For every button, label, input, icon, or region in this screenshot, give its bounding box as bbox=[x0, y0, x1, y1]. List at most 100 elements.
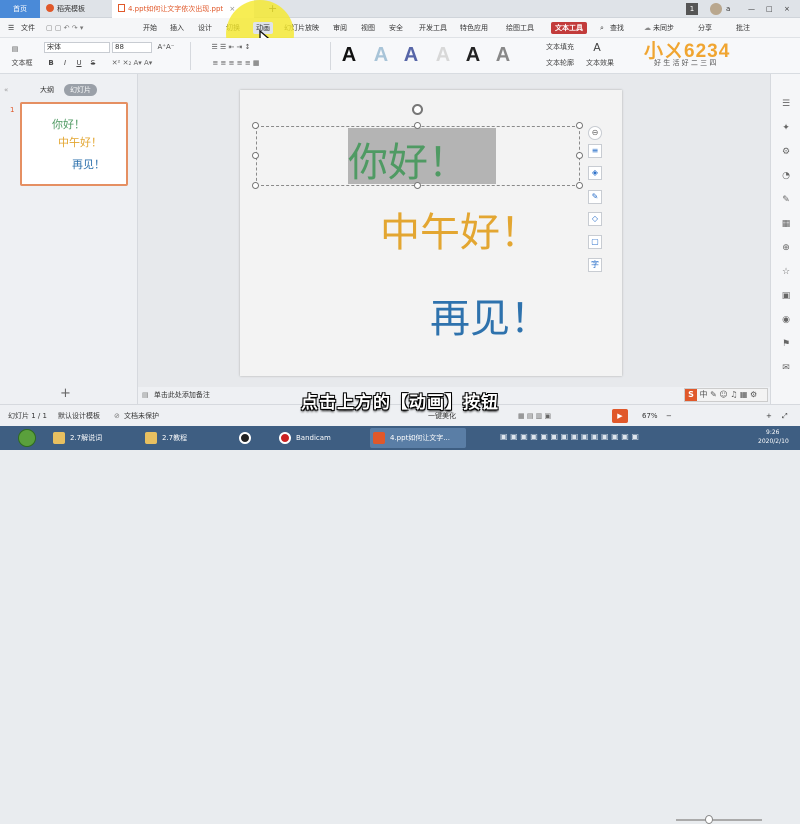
resize-handle[interactable] bbox=[414, 182, 421, 189]
italic-button[interactable]: I bbox=[60, 58, 70, 69]
ime-toolbar[interactable]: S 中 ✎ ☺ ♫ ▦ ⚙ bbox=[684, 388, 768, 402]
resize-handle[interactable] bbox=[252, 152, 259, 159]
sidebar-tool-icon[interactable]: ◔ bbox=[780, 170, 792, 182]
font-family-select[interactable]: 宋体 bbox=[44, 42, 110, 53]
menu-drawing-tools[interactable]: 绘图工具 bbox=[506, 22, 534, 34]
slide[interactable]: 你好！ 中午好！ 再见！ bbox=[240, 90, 622, 376]
search-button[interactable]: 查找 bbox=[610, 22, 624, 34]
zoom-slider-thumb[interactable] bbox=[705, 815, 713, 824]
taskbar-item-wps[interactable]: 4.ppt如何让文字... bbox=[370, 428, 466, 448]
search-icon[interactable]: ⌕ bbox=[600, 22, 604, 34]
add-slide-button[interactable]: + bbox=[60, 386, 71, 401]
font-grow-icon[interactable]: A⁺A⁻ bbox=[156, 42, 176, 53]
sidebar-tool-icon[interactable]: ☆ bbox=[780, 266, 792, 278]
text-style-light-blue[interactable]: A bbox=[368, 41, 394, 69]
maximize-icon[interactable]: □ bbox=[766, 3, 773, 15]
resize-handle[interactable] bbox=[414, 122, 421, 129]
textbox-icon[interactable]: ▤ bbox=[8, 44, 22, 55]
fit-window-icon[interactable]: ⤢ bbox=[782, 410, 788, 422]
list-icons[interactable]: ☰ ☰ ⇤ ⇥ ↕ bbox=[196, 42, 266, 53]
taskbar-item-folder-2[interactable]: 2.7教程 bbox=[142, 428, 224, 448]
menu-hamburger-icon[interactable]: ☰ bbox=[8, 22, 14, 34]
resize-handle[interactable] bbox=[576, 182, 583, 189]
text-style-gray[interactable]: A bbox=[490, 41, 516, 69]
menu-review[interactable]: 审阅 bbox=[333, 22, 347, 34]
zoom-in-icon[interactable]: + bbox=[766, 410, 772, 422]
resize-handle[interactable] bbox=[252, 122, 259, 129]
zoom-slider[interactable] bbox=[676, 819, 762, 821]
document-protection[interactable]: 文档未保护 bbox=[124, 410, 159, 422]
text-outline-button[interactable]: 文本轮廓 bbox=[540, 58, 580, 69]
beautify-button[interactable]: 一键美化 bbox=[428, 410, 456, 422]
design-template-label[interactable]: 默认设计模板 bbox=[58, 410, 100, 422]
sync-icon[interactable]: ☁ bbox=[644, 22, 651, 34]
slide-thumbnail[interactable]: 你好！ 中午好！ 再见！ bbox=[20, 102, 128, 186]
zoom-out-icon[interactable]: − bbox=[666, 410, 672, 422]
align-icons[interactable]: ≡ ≡ ≡ ≡ ≡ ▦ bbox=[196, 58, 276, 69]
menu-home[interactable]: 开始 bbox=[143, 22, 157, 34]
menu-text-tools[interactable]: 文本工具 bbox=[551, 22, 587, 34]
pen-icon[interactable]: ✎ bbox=[588, 190, 602, 204]
font-size-select[interactable]: 88 bbox=[112, 42, 152, 53]
text-style-black[interactable]: A bbox=[336, 41, 362, 69]
border-icon[interactable]: ▢ bbox=[588, 235, 602, 249]
zoom-level[interactable]: 67% bbox=[642, 410, 658, 422]
slide-text-good-afternoon[interactable]: 中午好！ bbox=[380, 200, 540, 258]
taskbar-item-recorder[interactable] bbox=[236, 428, 270, 448]
resize-handle[interactable] bbox=[252, 182, 259, 189]
tab-docer-template[interactable]: 稻壳模板 bbox=[40, 0, 112, 18]
menu-file[interactable]: 文件 bbox=[21, 22, 35, 34]
layers-icon[interactable]: ◈ bbox=[588, 166, 602, 180]
text-icon[interactable]: 字 bbox=[588, 258, 602, 272]
comment-button[interactable]: 批注 bbox=[736, 22, 750, 34]
menu-features[interactable]: 特色应用 bbox=[460, 22, 488, 34]
menu-design[interactable]: 设计 bbox=[198, 22, 212, 34]
tab-outline[interactable]: 大纲 bbox=[40, 84, 54, 96]
sidebar-tool-icon[interactable]: ✎ bbox=[780, 194, 792, 206]
avatar[interactable] bbox=[710, 3, 722, 15]
fill-icon[interactable]: ◇ bbox=[588, 212, 602, 226]
sidebar-tool-icon[interactable]: ☰ bbox=[780, 98, 792, 110]
menu-security[interactable]: 安全 bbox=[389, 22, 403, 34]
menu-view[interactable]: 视图 bbox=[361, 22, 375, 34]
menu-insert[interactable]: 插入 bbox=[170, 22, 184, 34]
slide-text-goodbye[interactable]: 再见！ bbox=[430, 286, 550, 344]
share-button[interactable]: 分享 bbox=[698, 22, 712, 34]
tab-home[interactable]: 首页 bbox=[0, 0, 40, 18]
textbox-button[interactable]: 文本框 bbox=[8, 58, 36, 69]
text-fill-button[interactable]: 文本填充 bbox=[540, 42, 580, 53]
sidebar-tool-icon[interactable]: ✦ bbox=[780, 122, 792, 134]
text-style-dark[interactable]: A bbox=[460, 41, 486, 69]
tray-icons[interactable]: ▣ ▣ ▣ ▣ ▣ ▣ ▣ ▣ ▣ ▣ ▣ ▣ ▣ ▣ bbox=[500, 432, 639, 441]
text-effect-button[interactable]: 文本效果 bbox=[582, 58, 618, 69]
bold-button[interactable]: B bbox=[46, 58, 56, 69]
taskbar-item-bandicam[interactable]: Bandicam bbox=[276, 428, 360, 448]
minimize-icon[interactable]: — bbox=[748, 3, 755, 15]
sidebar-tool-icon[interactable]: ◉ bbox=[780, 314, 792, 326]
menu-developer[interactable]: 开发工具 bbox=[419, 22, 447, 34]
notification-badge[interactable]: 1 bbox=[686, 3, 698, 15]
text-layout-icon[interactable]: ≡ bbox=[588, 144, 602, 158]
sidebar-tool-icon[interactable]: ⚙ bbox=[780, 146, 792, 158]
notes-area[interactable]: ▤ 单击此处添加备注 bbox=[138, 387, 770, 404]
sidebar-tool-icon[interactable]: ▦ bbox=[780, 218, 792, 230]
start-button[interactable] bbox=[18, 429, 36, 447]
sidebar-tool-icon[interactable]: ▣ bbox=[780, 290, 792, 302]
text-style-light-gray[interactable]: A bbox=[430, 41, 456, 69]
quick-access-icons[interactable]: ▢ ▢ ↶ ↷ ▾ bbox=[46, 22, 83, 34]
underline-button[interactable]: U bbox=[74, 58, 84, 69]
sidebar-tool-icon[interactable]: ✉ bbox=[780, 362, 792, 374]
resize-handle[interactable] bbox=[576, 122, 583, 129]
rotate-handle-icon[interactable] bbox=[412, 104, 423, 115]
window-close-icon[interactable]: × bbox=[784, 3, 790, 15]
collapse-tools-icon[interactable]: ⊖ bbox=[588, 126, 602, 140]
collapse-panel-icon[interactable]: « bbox=[4, 84, 8, 96]
strike-button[interactable]: S bbox=[88, 58, 98, 69]
text-style-outline-blue[interactable]: A bbox=[398, 41, 424, 69]
play-button[interactable]: ▶ bbox=[612, 409, 628, 423]
sidebar-tool-icon[interactable]: ⚑ bbox=[780, 338, 792, 350]
sidebar-tool-icon[interactable]: ⊕ bbox=[780, 242, 792, 254]
text-effect-icon[interactable]: A bbox=[590, 42, 604, 53]
taskbar-item-folder-1[interactable]: 2.7解说词 bbox=[50, 428, 132, 448]
font-color-icon[interactable]: ✕² ✕₂ A▾ A▾ bbox=[102, 58, 162, 69]
